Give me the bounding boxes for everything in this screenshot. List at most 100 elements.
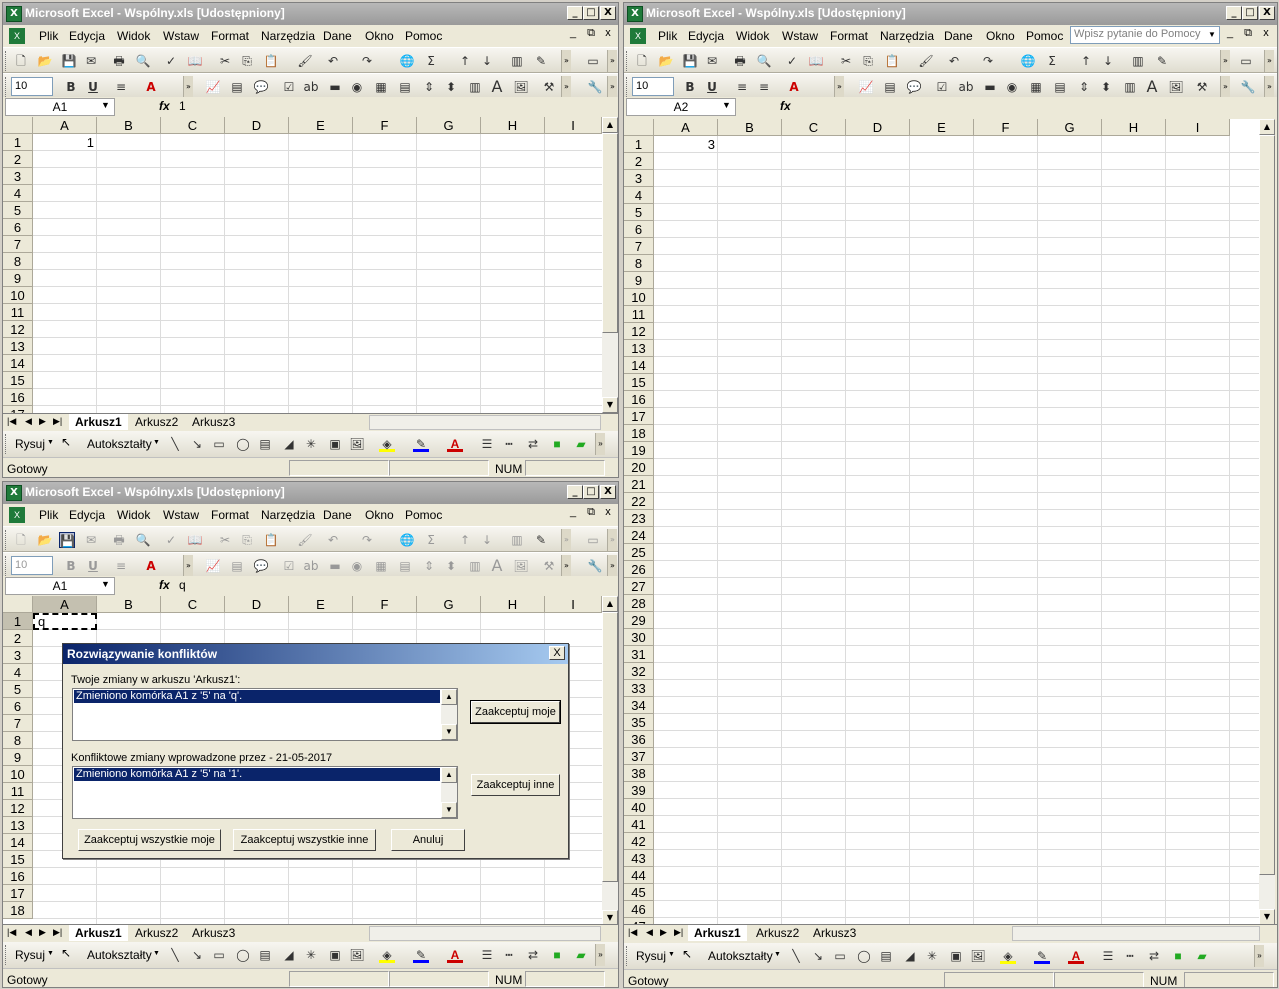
drawing-icon[interactable]: ✎ bbox=[533, 53, 549, 69]
toolbar-options-icon[interactable]: » bbox=[561, 529, 571, 551]
first-sheet-icon[interactable]: |◀ bbox=[7, 416, 16, 427]
chevron-down-icon[interactable]: ▼ bbox=[47, 439, 54, 446]
shadow-icon[interactable]: ■ bbox=[1170, 948, 1186, 964]
textbox-icon[interactable]: ▤ bbox=[878, 948, 894, 964]
menu-pomoc[interactable]: Pomoc bbox=[405, 508, 442, 522]
cut-icon[interactable]: ✂ bbox=[217, 53, 233, 69]
select-objects-icon[interactable]: ↖ bbox=[682, 947, 692, 961]
select-objects-icon[interactable]: ↖ bbox=[61, 435, 71, 449]
format-painter-icon[interactable]: 🖌 bbox=[918, 53, 934, 69]
oval-icon[interactable]: ◯ bbox=[235, 947, 251, 963]
row-header[interactable]: 36 bbox=[624, 731, 654, 748]
menu-dane[interactable]: Dane bbox=[323, 508, 352, 522]
toolbar-options-icon-2[interactable]: » bbox=[607, 555, 617, 577]
print-preview-icon[interactable]: 🔍 bbox=[135, 532, 151, 548]
row-header[interactable]: 5 bbox=[624, 204, 654, 221]
menu-narzedzia[interactable]: Narzędzia bbox=[261, 29, 315, 43]
comment-icon[interactable]: 💬 bbox=[906, 79, 922, 95]
copy-icon[interactable]: ⎘ bbox=[239, 53, 255, 69]
listbox-icon[interactable]: ▦ bbox=[373, 558, 389, 574]
sheet-tab-arkusz2[interactable]: Arkusz2 bbox=[129, 414, 184, 430]
combo-icon[interactable]: ▤ bbox=[1052, 79, 1068, 95]
conflict-changes-list[interactable]: Zmieniono komórka A1 z '5' na '1'. ▲ ▼ bbox=[72, 766, 458, 819]
dialog-close-button[interactable]: X bbox=[549, 646, 565, 660]
last-sheet-icon[interactable]: ▶| bbox=[53, 927, 62, 938]
toolbar-options-icon[interactable]: » bbox=[561, 76, 571, 98]
sheet-tab-arkusz2[interactable]: Arkusz2 bbox=[129, 925, 184, 941]
clipart-icon[interactable]: ▣ bbox=[327, 947, 343, 963]
name-box[interactable]: A2 bbox=[626, 98, 736, 116]
option-button-icon[interactable]: ◉ bbox=[349, 79, 365, 95]
print-icon[interactable]: 🖶 bbox=[111, 532, 127, 548]
doc-restore-button[interactable]: ⧉ bbox=[1240, 27, 1256, 40]
scroll-up-icon[interactable]: ▲ bbox=[441, 767, 457, 783]
row-header[interactable]: 37 bbox=[624, 748, 654, 765]
row-header[interactable]: 17 bbox=[3, 406, 33, 413]
new-icon[interactable]: 🗋 bbox=[634, 53, 650, 69]
row-header[interactable]: 13 bbox=[3, 338, 33, 355]
toolbar-options-icon-2[interactable]: » bbox=[1264, 76, 1274, 98]
autosum-icon[interactable]: Σ bbox=[423, 53, 439, 69]
paste-icon[interactable]: 📋 bbox=[884, 53, 900, 69]
toolbar-grip[interactable] bbox=[5, 945, 8, 965]
chart-wizard-icon[interactable]: ▥ bbox=[509, 53, 525, 69]
vertical-scrollbar[interactable]: ▲ ▼ bbox=[1259, 119, 1275, 925]
copy-icon[interactable]: ⎘ bbox=[239, 532, 255, 548]
underline-icon[interactable]: U bbox=[85, 558, 101, 574]
wordart-icon[interactable]: ◢ bbox=[281, 947, 297, 963]
sheet-tab-arkusz3[interactable]: Arkusz3 bbox=[807, 925, 862, 941]
minimize-button[interactable]: _ bbox=[567, 485, 583, 499]
checkbox-icon[interactable]: ☑ bbox=[281, 558, 297, 574]
wordart-icon[interactable]: ◢ bbox=[902, 948, 918, 964]
bold-icon[interactable]: B bbox=[63, 558, 79, 574]
column-header[interactable]: E bbox=[289, 596, 353, 613]
save-icon[interactable]: 💾 bbox=[682, 53, 698, 69]
new-icon[interactable]: 🗋 bbox=[13, 53, 29, 69]
rectangle-icon[interactable]: ▭ bbox=[211, 436, 227, 452]
menu-format[interactable]: Format bbox=[830, 29, 868, 43]
research-icon[interactable]: 📖 bbox=[187, 532, 203, 548]
line-icon[interactable]: ╲ bbox=[788, 948, 804, 964]
row-header[interactable]: 5 bbox=[3, 202, 33, 219]
column-header[interactable]: A bbox=[33, 117, 97, 134]
chart-icon[interactable]: 📈 bbox=[858, 79, 874, 95]
first-sheet-icon[interactable]: |◀ bbox=[7, 927, 16, 938]
print-icon[interactable]: 🖶 bbox=[111, 53, 127, 69]
autoshapes-menu[interactable]: Autokształty bbox=[87, 437, 152, 451]
row-header[interactable]: 14 bbox=[3, 355, 33, 372]
row-header[interactable]: 14 bbox=[3, 834, 33, 851]
close-button[interactable]: X bbox=[600, 6, 616, 20]
cancel-button[interactable]: Anuluj bbox=[391, 829, 465, 851]
row-header[interactable]: 9 bbox=[624, 272, 654, 289]
close-button[interactable]: X bbox=[600, 485, 616, 499]
doc-minimize-button[interactable]: _ bbox=[565, 506, 581, 518]
row-header[interactable]: 9 bbox=[3, 270, 33, 287]
picture-icon[interactable]: 🖼 bbox=[513, 558, 529, 574]
select-objects-icon[interactable]: ↖ bbox=[61, 946, 71, 960]
toolbar-grip[interactable] bbox=[5, 556, 8, 576]
doc-minimize-button[interactable]: _ bbox=[565, 27, 581, 39]
align-icon[interactable]: ≡ bbox=[734, 79, 750, 95]
document-icon[interactable]: X bbox=[9, 507, 25, 523]
horizontal-scrollbar[interactable] bbox=[369, 926, 601, 941]
font-color-icon[interactable]: A bbox=[447, 947, 463, 963]
menu-widok[interactable]: Widok bbox=[117, 508, 150, 522]
accept-mine-button[interactable]: Zaakceptuj moje bbox=[470, 700, 561, 724]
doc-restore-button[interactable]: ⧉ bbox=[583, 27, 599, 40]
list-scrollbar[interactable]: ▲ ▼ bbox=[441, 767, 457, 818]
sort-ascending-icon[interactable]: ↑ bbox=[457, 53, 473, 69]
cell-value[interactable]: q bbox=[33, 613, 97, 630]
menu-dane[interactable]: Dane bbox=[944, 29, 973, 43]
column-header[interactable]: B bbox=[97, 596, 161, 613]
dash-style-icon[interactable]: ┅ bbox=[501, 436, 517, 452]
comment-icon[interactable]: 💬 bbox=[253, 558, 269, 574]
menu-narzedzia[interactable]: Narzędzia bbox=[261, 508, 315, 522]
row-header[interactable]: 16 bbox=[3, 389, 33, 406]
row-header[interactable]: 6 bbox=[3, 698, 33, 715]
row-header[interactable]: 45 bbox=[624, 884, 654, 901]
row-header[interactable]: 1 bbox=[3, 613, 33, 630]
hyperlink-icon[interactable]: 🌐 bbox=[399, 532, 415, 548]
font-color-icon[interactable]: A bbox=[786, 79, 802, 95]
minimize-button[interactable]: _ bbox=[1226, 6, 1242, 20]
next-sheet-icon[interactable]: ▶ bbox=[660, 927, 667, 938]
